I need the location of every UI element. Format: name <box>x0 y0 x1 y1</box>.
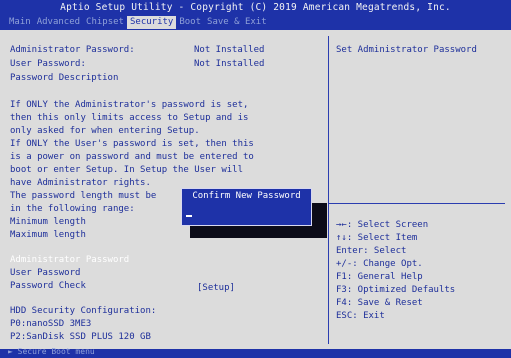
key-help-item: F3: Optimized Defaults <box>336 285 456 295</box>
panel-divider <box>328 36 329 344</box>
footer-text: ► Secure Boot menu <box>8 347 95 356</box>
description-line: If ONLY the User's password is set, then… <box>10 139 254 149</box>
description-line: The password length must be <box>10 191 157 201</box>
menu-item-password-check[interactable]: Password Check <box>10 281 86 292</box>
key-help-item: ↑↓: Select Item <box>336 233 418 243</box>
hdd-drive-item[interactable]: P2:SanDisk SSD PLUS 120 GB <box>10 332 151 343</box>
key-help-item: Enter: Select <box>336 246 407 256</box>
minimum-length-label: Minimum length <box>10 217 86 227</box>
description-line: in the following range: <box>10 204 135 214</box>
user-password-status-label: User Password: <box>10 59 86 69</box>
window-title: Aptio Setup Utility - Copyright (C) 2019… <box>60 2 451 13</box>
help-divider <box>329 203 505 204</box>
confirm-password-dialog: Confirm New Password <box>181 188 312 226</box>
description-line: then this only limits access to Setup an… <box>10 113 249 123</box>
hdd-security-heading: HDD Security Configuration: <box>10 306 157 316</box>
description-line: only asked for when entering Setup. <box>10 126 200 136</box>
tab-main[interactable]: Main <box>6 16 34 29</box>
menu-item-user-password[interactable]: User Password <box>10 268 80 279</box>
tab-save-exit[interactable]: Save & Exit <box>204 16 270 29</box>
hdd-drive-item[interactable]: P0:nanoSSD 3ME3 <box>10 319 91 330</box>
tab-bar: Main Advanced Chipset Security Boot Save… <box>6 16 270 29</box>
description-line: boot or enter Setup. In Setup the User w… <box>10 165 243 175</box>
text-cursor <box>186 215 192 217</box>
bios-screen: Aptio Setup Utility - Copyright (C) 2019… <box>0 0 511 358</box>
password-input[interactable] <box>186 206 307 220</box>
tab-boot[interactable]: Boot <box>176 16 204 29</box>
description-line: is a power on password and must be enter… <box>10 152 254 162</box>
menu-item-administrator-password[interactable]: Administrator Password <box>10 255 129 266</box>
title-bar: Aptio Setup Utility - Copyright (C) 2019… <box>0 0 511 30</box>
tab-security[interactable]: Security <box>126 16 177 29</box>
item-help-text: Set Administrator Password <box>336 45 477 55</box>
admin-password-status-value: Not Installed <box>194 45 265 55</box>
key-help-item: F1: General Help <box>336 272 423 282</box>
description-line: If ONLY the Administrator's password is … <box>10 100 249 110</box>
description-line: have Administrator rights. <box>10 178 151 188</box>
key-help-item: +/-: Change Opt. <box>336 259 423 269</box>
tab-chipset[interactable]: Chipset <box>83 16 127 29</box>
password-check-value[interactable]: [Setup] <box>197 283 235 294</box>
footer-bar: ► Secure Boot menu <box>0 347 511 358</box>
key-help-item: ESC: Exit <box>336 311 385 321</box>
maximum-length-label: Maximum length <box>10 230 86 240</box>
password-description-heading: Password Description <box>10 73 119 83</box>
key-help-item: →←: Select Screen <box>336 220 429 230</box>
key-help-list: →←: Select Screen ↑↓: Select Item Enter:… <box>336 219 455 323</box>
admin-password-status-label: Administrator Password: <box>10 45 135 55</box>
tab-advanced[interactable]: Advanced <box>34 16 83 29</box>
user-password-status-value: Not Installed <box>194 59 265 69</box>
dialog-title: Confirm New Password <box>192 191 301 201</box>
key-help-item: F4: Save & Reset <box>336 298 423 308</box>
